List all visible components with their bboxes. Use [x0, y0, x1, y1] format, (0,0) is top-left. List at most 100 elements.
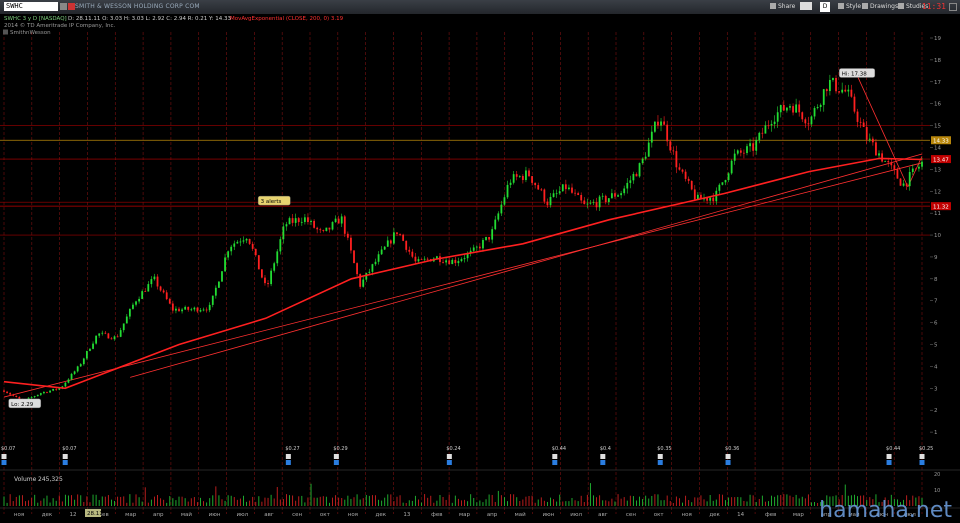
candle-body	[580, 195, 583, 201]
candle-body	[672, 150, 675, 152]
x-tick-label: 12	[70, 512, 77, 518]
candle-body	[798, 104, 801, 113]
candle-body	[211, 295, 214, 305]
candle-body	[472, 247, 475, 251]
candle-body	[214, 287, 217, 296]
dividend-icon	[446, 460, 452, 465]
candle-body	[67, 379, 70, 383]
candle-body	[113, 336, 116, 340]
y-tick-label: 12	[934, 189, 941, 195]
candle-body	[264, 277, 266, 284]
compare-button[interactable]	[800, 2, 812, 10]
dividend-icon	[333, 460, 339, 465]
candle-body	[411, 251, 414, 257]
y-tick-label: 8	[934, 277, 938, 283]
candle-body	[657, 121, 659, 126]
y-tick-label: 15	[934, 124, 941, 130]
candle-body	[322, 230, 325, 231]
candle-body	[451, 259, 454, 265]
candle-body	[604, 195, 607, 203]
candle-body	[884, 161, 887, 162]
candle-body	[890, 162, 893, 166]
candle-body	[577, 193, 580, 196]
candle-body	[254, 248, 257, 256]
candle-body	[641, 158, 644, 164]
x-tick-label: апр	[487, 512, 498, 518]
candle-body	[838, 91, 841, 93]
candle-body	[316, 227, 319, 230]
candle-body	[568, 187, 570, 190]
candle-body	[764, 125, 767, 134]
x-tick-label: авг	[598, 512, 608, 518]
candle-body	[218, 281, 220, 288]
x-tick-label: мар	[793, 512, 805, 518]
drawings-button[interactable]: Drawings	[860, 2, 900, 12]
candle-body	[168, 299, 171, 304]
candle-body	[607, 198, 610, 203]
dividend-icon	[1, 460, 7, 465]
dividend-label: $0.24	[446, 446, 460, 452]
share-button[interactable]: Share	[768, 2, 797, 12]
dividend-icon	[725, 460, 731, 465]
candle-body	[733, 153, 736, 161]
y-tick-label: 5	[934, 343, 938, 349]
candle-body	[159, 286, 162, 291]
candle-body	[878, 153, 880, 156]
candle-body	[601, 195, 604, 197]
header-symbol: SWHC 3 y D [NASDAQ]	[4, 16, 67, 22]
maximize-icon[interactable]	[949, 3, 957, 11]
candle-body	[807, 123, 810, 125]
y-tick-label: 13	[934, 167, 941, 173]
candle-body	[899, 178, 902, 186]
link-icon[interactable]	[68, 3, 75, 10]
dropdown-icon[interactable]	[60, 3, 67, 10]
candle-body	[632, 173, 635, 181]
candle-body	[564, 184, 567, 190]
candle-body	[549, 197, 552, 206]
header-study: MovAvgExponential (CLOSE, 200, 0) 3.19	[230, 16, 344, 22]
dividend-label: $0.4	[600, 446, 611, 452]
dividend-icon	[62, 460, 68, 465]
x-tick-label: фев	[431, 512, 442, 518]
x-tick-label: дек	[42, 512, 53, 518]
candle-body	[669, 141, 672, 151]
candle-body	[478, 246, 481, 249]
candle-body	[260, 269, 263, 278]
x-tick-label: ноя	[348, 512, 358, 518]
candle-body	[653, 121, 656, 132]
x-tick-label: июн	[542, 512, 554, 518]
candle-body	[328, 227, 331, 230]
candle-body	[307, 217, 309, 222]
candle-body	[104, 332, 107, 334]
drawings-icon	[862, 3, 868, 9]
dividend-label: $0.07	[62, 446, 76, 452]
candle-body	[531, 176, 533, 183]
candle-body	[300, 221, 303, 223]
candle-body	[810, 116, 813, 125]
candle-body	[638, 163, 641, 177]
candle-body	[417, 259, 420, 262]
dividend-label: $0.25	[919, 446, 933, 452]
candle-body	[718, 184, 721, 191]
candle-body	[175, 308, 177, 311]
candle-body	[678, 167, 681, 170]
study-icon[interactable]	[3, 29, 8, 35]
price-bubble-label: Lo: 2.29	[11, 402, 34, 408]
aggregation-button[interactable]: D	[820, 2, 830, 12]
candle-body	[893, 165, 896, 170]
candle-body	[835, 77, 837, 92]
candle-body	[199, 310, 202, 312]
y-tick-label: 6	[934, 321, 938, 327]
candle-body	[571, 187, 573, 193]
candle-body	[779, 105, 782, 113]
candle-body	[454, 259, 457, 264]
candle-body	[828, 79, 831, 92]
x-tick-label: май	[515, 511, 527, 518]
symbol-input[interactable]: SWHC	[4, 2, 58, 11]
candle-body	[39, 393, 42, 395]
candle-body	[98, 333, 101, 336]
share-icon	[770, 3, 776, 9]
dividend-icon	[657, 454, 663, 459]
candle-body	[623, 188, 626, 194]
candle-body	[12, 394, 15, 396]
